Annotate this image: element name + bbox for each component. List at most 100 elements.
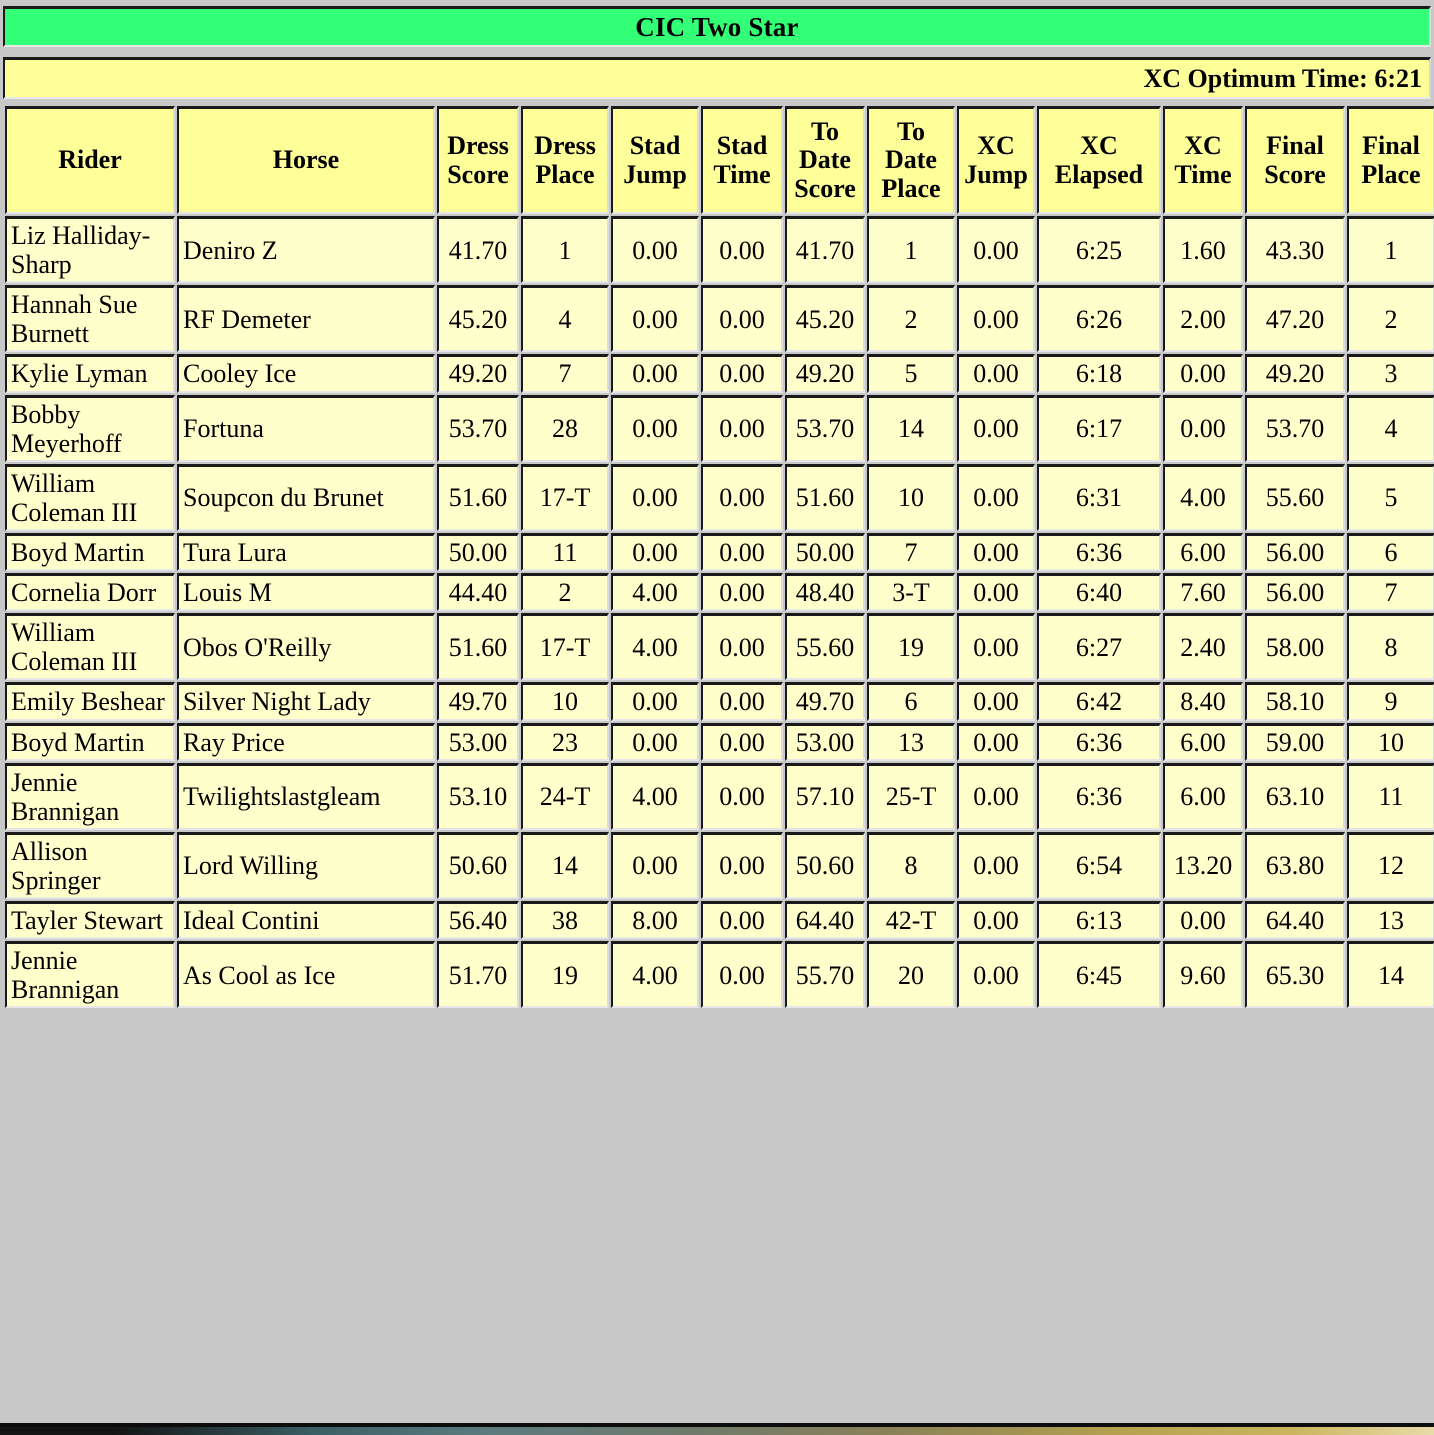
column-header-stad_jump[interactable]: Stad Jump [611,106,699,214]
cell-final_place: 7 [1347,573,1434,612]
cell-to_date_place: 8 [867,831,955,900]
cell-dress_place: 14 [521,831,609,900]
cell-dress_place: 19 [521,941,609,1009]
cell-final_score: 58.10 [1245,682,1345,721]
bottom-gradient-strip [0,1423,1434,1435]
cell-xc_elapsed: 6:18 [1037,354,1161,393]
cell-xc_elapsed: 6:36 [1037,722,1161,761]
column-header-line: Score [794,173,856,203]
cell-to_date_place: 2 [867,285,955,353]
cell-horse: Louis M [177,573,435,612]
column-header-final_place[interactable]: Final Place [1347,106,1434,214]
cell-dress_score: 50.00 [437,532,519,572]
page-title: CIC Two Star [635,11,799,42]
column-header-horse[interactable]: Horse [177,106,435,214]
column-header-rider[interactable]: Rider [5,106,175,214]
cell-to_date_place: 20 [867,941,955,1009]
cell-final_place: 4 [1347,394,1434,462]
cell-stad_time: 0.00 [701,901,783,940]
cell-horse: Silver Night Lady [177,682,435,721]
table-row[interactable]: Kylie Lyman Cooley Ice 49.20 7 0.00 0.00 49.20… [5,354,1434,393]
cell-stad_time: 0.00 [701,613,783,681]
cell-xc_jump: 0.00 [957,463,1035,531]
column-header-xc_elapsed[interactable]: XC Elapsed [1037,106,1161,214]
column-header-line: Score [1264,159,1326,189]
column-header-line: To [897,117,925,147]
column-header-xc_time[interactable]: XC Time [1163,106,1243,214]
cell-rider: Emily Beshear [5,682,175,721]
xc-optimum-time-bar: XC Optimum Time: 6:21 [3,57,1431,99]
cell-to_date_score: 49.70 [785,682,865,721]
cell-xc_time: 1.60 [1163,216,1243,284]
cell-final_score: 43.30 [1245,216,1345,284]
cell-stad_time: 0.00 [701,285,783,353]
cell-xc_elapsed: 6:36 [1037,762,1161,830]
results-table: Rider Horse Dress Score Dress Place Stad Jump St… [3,104,1434,1010]
cell-rider: William Coleman III [5,463,175,531]
cell-rider: Cornelia Dorr [5,573,175,612]
cell-to_date_place: 5 [867,354,955,393]
cell-final_score: 55.60 [1245,463,1345,531]
column-header-line: XC [1080,131,1118,161]
cell-rider: Tayler Stewart [5,901,175,940]
column-header-to_date_place[interactable]: To Date Place [867,106,955,214]
cell-to_date_place: 14 [867,394,955,462]
column-header-dress_place[interactable]: Dress Place [521,106,609,214]
cell-final_place: 11 [1347,762,1434,830]
table-row[interactable]: Tayler Stewart Ideal Contini 56.40 38 8.00 0.… [5,901,1434,940]
table-row[interactable]: William Coleman III Soupcon du Brunet 51.6… [5,463,1434,531]
column-header-line: Final [1266,131,1324,161]
column-header-line: To [811,117,839,147]
cell-to_date_place: 1 [867,216,955,284]
table-row[interactable]: Allison Springer Lord Willing 50.60 14 0.00 0… [5,831,1434,900]
table-row[interactable]: Liz Halliday-Sharp Deniro Z 41.70 1 0.00 0.00… [5,216,1434,284]
cell-xc_jump: 0.00 [957,394,1035,462]
column-header-line: Final [1362,131,1420,161]
cell-final_place: 6 [1347,532,1434,572]
column-header-line: Elapsed [1054,159,1144,189]
cell-to_date_score: 49.20 [785,354,865,393]
cell-stad_time: 0.00 [701,463,783,531]
results-table-head: Rider Horse Dress Score Dress Place Stad Jump St… [5,106,1434,214]
cell-dress_place: 17-T [521,613,609,681]
cell-dress_place: 4 [521,285,609,353]
table-row[interactable]: William Coleman III Obos O'Reilly 51.60 17-… [5,613,1434,681]
cell-stad_jump: 0.00 [611,682,699,721]
column-header-final_score[interactable]: Final Score [1245,106,1345,214]
cell-dress_score: 49.20 [437,354,519,393]
cell-dress_place: 38 [521,901,609,940]
cell-stad_jump: 0.00 [611,722,699,761]
cell-xc_elapsed: 6:42 [1037,682,1161,721]
results-table-body: Liz Halliday-Sharp Deniro Z 41.70 1 0.00 0.00… [5,216,1434,1009]
table-row[interactable]: Boyd Martin Tura Lura 50.00 11 0.00 0.00 50.00… [5,532,1434,572]
column-header-line: Dress [534,131,596,161]
cell-xc_time: 6.00 [1163,532,1243,572]
cell-stad_jump: 0.00 [611,831,699,900]
table-row[interactable]: Cornelia Dorr Louis M 44.40 2 4.00 0.00 48.40 3… [5,573,1434,612]
cell-final_place: 1 [1347,216,1434,284]
cell-to_date_place: 7 [867,532,955,572]
table-row[interactable]: Jennie Brannigan Twilightslastgleam 53.10 2… [5,762,1434,830]
column-header-stad_time[interactable]: Stad Time [701,106,783,214]
cell-stad_jump: 4.00 [611,941,699,1009]
table-row[interactable]: Emily Beshear Silver Night Lady 49.70 10 0.0… [5,682,1434,721]
table-row[interactable]: Jennie Brannigan As Cool as Ice 51.70 19 4.0… [5,941,1434,1009]
table-row[interactable]: Bobby Meyerhoff Fortuna 53.70 28 0.00 0.00 53.… [5,394,1434,462]
cell-horse: RF Demeter [177,285,435,353]
cell-rider: Hannah Sue Burnett [5,285,175,353]
column-header-dress_score[interactable]: Dress Score [437,106,519,214]
table-row[interactable]: Hannah Sue Burnett RF Demeter 45.20 4 0.00 0.… [5,285,1434,353]
cell-final_place: 8 [1347,613,1434,681]
column-header-line: Place [881,173,941,203]
cell-xc_time: 6.00 [1163,762,1243,830]
cell-xc_jump: 0.00 [957,573,1035,612]
cell-xc_jump: 0.00 [957,285,1035,353]
cell-to_date_place: 10 [867,463,955,531]
cell-xc_time: 0.00 [1163,354,1243,393]
cell-xc_jump: 0.00 [957,216,1035,284]
column-header-to_date_score[interactable]: To Date Score [785,106,865,214]
cell-xc_time: 8.40 [1163,682,1243,721]
cell-stad_time: 0.00 [701,722,783,761]
table-row[interactable]: Boyd Martin Ray Price 53.00 23 0.00 0.00 53.00… [5,722,1434,761]
column-header-xc_jump[interactable]: XC Jump [957,106,1035,214]
